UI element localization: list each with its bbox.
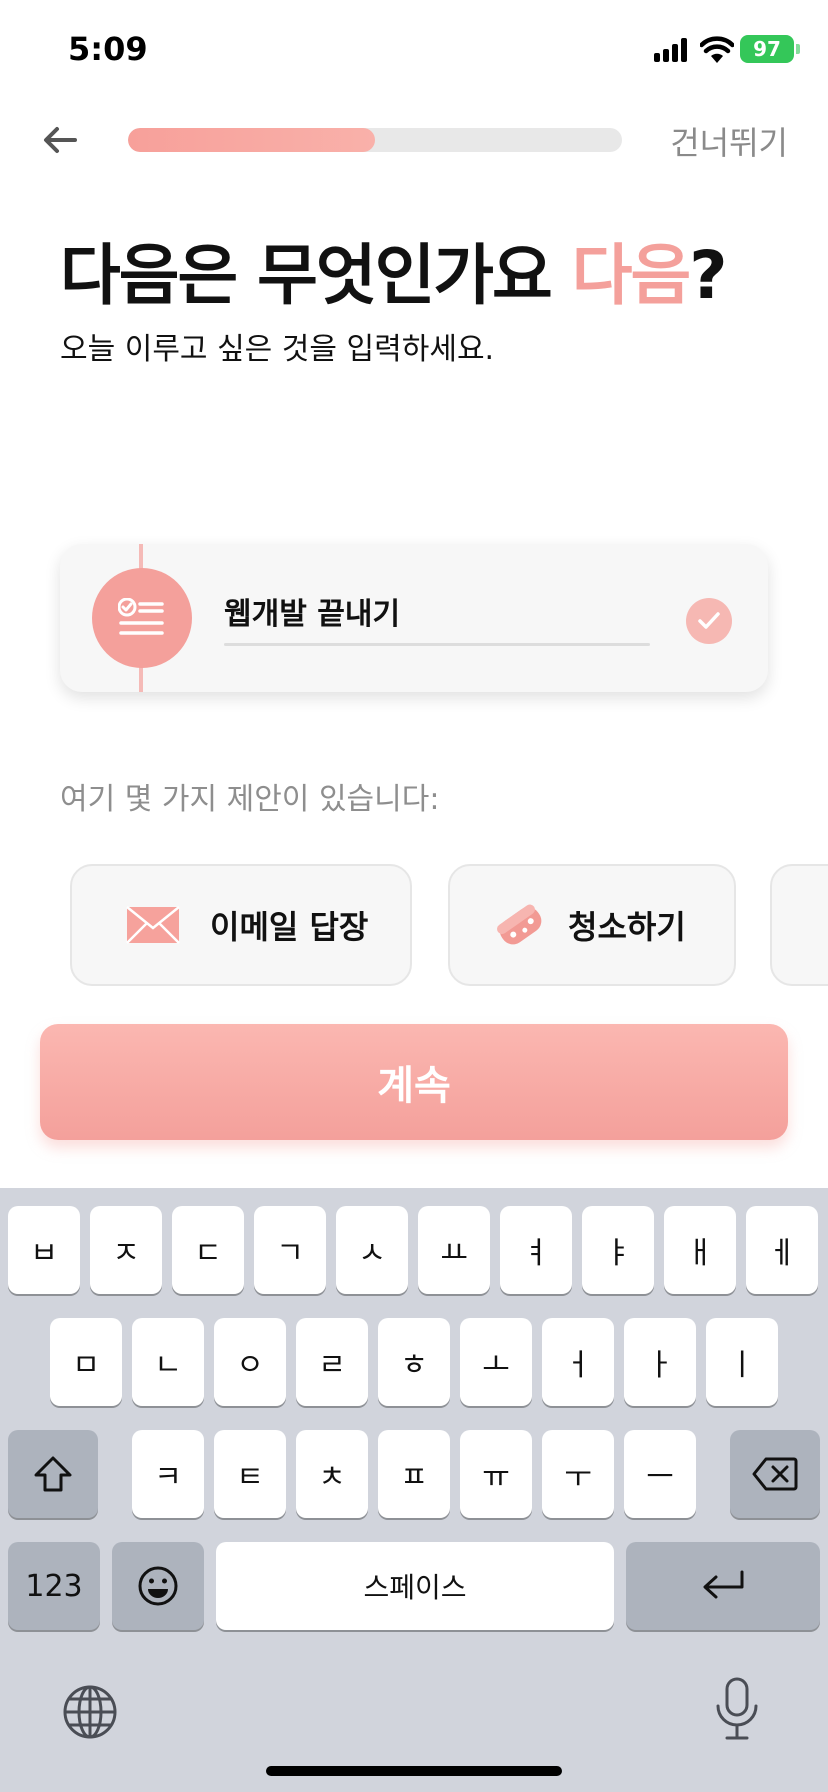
return-key[interactable] bbox=[626, 1542, 820, 1630]
progress-bar bbox=[128, 128, 622, 152]
key-ㅍ[interactable]: ㅍ bbox=[378, 1430, 450, 1518]
key-ㅈ[interactable]: ㅈ bbox=[90, 1206, 162, 1294]
key-ㄹ[interactable]: ㄹ bbox=[296, 1318, 368, 1406]
shift-icon bbox=[34, 1456, 72, 1492]
key-ㅎ[interactable]: ㅎ bbox=[378, 1318, 450, 1406]
key-ㅜ[interactable]: ㅜ bbox=[542, 1430, 614, 1518]
battery-icon: 97 bbox=[740, 35, 794, 63]
key-ㅇ[interactable]: ㅇ bbox=[214, 1318, 286, 1406]
confirm-check-button[interactable] bbox=[686, 598, 732, 644]
key-ㅗ[interactable]: ㅗ bbox=[460, 1318, 532, 1406]
title-accent: 다음 bbox=[571, 237, 691, 314]
suggestion-chip-email[interactable]: 이메일 답장 bbox=[70, 864, 412, 986]
backspace-icon bbox=[752, 1457, 798, 1491]
battery-level: 97 bbox=[753, 37, 781, 61]
key-ㅊ[interactable]: ㅊ bbox=[296, 1430, 368, 1518]
suggestion-chip-partial[interactable] bbox=[770, 864, 828, 986]
key-ㄴ[interactable]: ㄴ bbox=[132, 1318, 204, 1406]
key-ㄷ[interactable]: ㄷ bbox=[172, 1206, 244, 1294]
title-question-mark: ? bbox=[689, 237, 727, 314]
envelope-icon bbox=[126, 906, 180, 944]
globe-icon[interactable] bbox=[62, 1684, 118, 1740]
space-key[interactable]: 스페이스 bbox=[216, 1542, 614, 1630]
key-ㅓ[interactable]: ㅓ bbox=[542, 1318, 614, 1406]
key-ㄱ[interactable]: ㄱ bbox=[254, 1206, 326, 1294]
continue-button[interactable]: 계속 bbox=[40, 1024, 788, 1140]
key-ㅏ[interactable]: ㅏ bbox=[624, 1318, 696, 1406]
key-ㅌ[interactable]: ㅌ bbox=[214, 1430, 286, 1518]
emoji-icon bbox=[138, 1566, 178, 1606]
suggestion-chip-label: 청소하기 bbox=[568, 908, 686, 946]
key-ㅣ[interactable]: ㅣ bbox=[706, 1318, 778, 1406]
key-ㅐ[interactable]: ㅐ bbox=[664, 1206, 736, 1294]
microphone-icon[interactable] bbox=[712, 1676, 762, 1742]
sponge-icon bbox=[494, 899, 546, 951]
partial-chip-icon bbox=[822, 910, 828, 940]
page-title: 다음은 무엇인가요 다음? bbox=[60, 222, 728, 318]
back-button[interactable] bbox=[38, 122, 82, 158]
task-input-underline bbox=[224, 643, 650, 646]
task-input[interactable] bbox=[224, 588, 650, 634]
key-ㅕ[interactable]: ㅕ bbox=[500, 1206, 572, 1294]
delete-key[interactable] bbox=[730, 1430, 820, 1518]
key-ㅠ[interactable]: ㅠ bbox=[460, 1430, 532, 1518]
battery-cap bbox=[796, 44, 800, 54]
status-time: 5:09 bbox=[68, 30, 148, 68]
cellular-signal-icon bbox=[654, 38, 690, 62]
check-icon bbox=[698, 612, 720, 629]
title-text: 다음은 무엇인가요 bbox=[60, 237, 553, 314]
return-icon bbox=[703, 1570, 744, 1599]
status-bar: 5:09 97 bbox=[0, 0, 828, 100]
task-list-icon bbox=[92, 568, 192, 668]
page-subtitle: 오늘 이루고 싶은 것을 입력하세요. bbox=[60, 332, 495, 367]
suggestion-chip-cleaning[interactable]: 청소하기 bbox=[448, 864, 736, 986]
progress-fill bbox=[128, 128, 375, 152]
shift-key[interactable] bbox=[8, 1430, 98, 1518]
suggestion-chip-label: 이메일 답장 bbox=[210, 908, 369, 946]
emoji-key[interactable] bbox=[112, 1542, 204, 1630]
numbers-key[interactable]: 123 bbox=[8, 1542, 100, 1630]
key-ㅔ[interactable]: ㅔ bbox=[746, 1206, 818, 1294]
key-ㅂ[interactable]: ㅂ bbox=[8, 1206, 80, 1294]
home-indicator bbox=[266, 1766, 562, 1776]
key-ㅑ[interactable]: ㅑ bbox=[582, 1206, 654, 1294]
suggestions-label: 여기 몇 가지 제안이 있습니다: bbox=[60, 782, 440, 817]
key-ㅡ[interactable]: ㅡ bbox=[624, 1430, 696, 1518]
wifi-icon bbox=[699, 36, 735, 64]
skip-button[interactable]: 건너뛰기 bbox=[670, 118, 788, 164]
arrow-left-icon bbox=[44, 127, 77, 153]
key-ㅋ[interactable]: ㅋ bbox=[132, 1430, 204, 1518]
key-ㅛ[interactable]: ㅛ bbox=[418, 1206, 490, 1294]
key-ㅁ[interactable]: ㅁ bbox=[50, 1318, 122, 1406]
key-ㅅ[interactable]: ㅅ bbox=[336, 1206, 408, 1294]
